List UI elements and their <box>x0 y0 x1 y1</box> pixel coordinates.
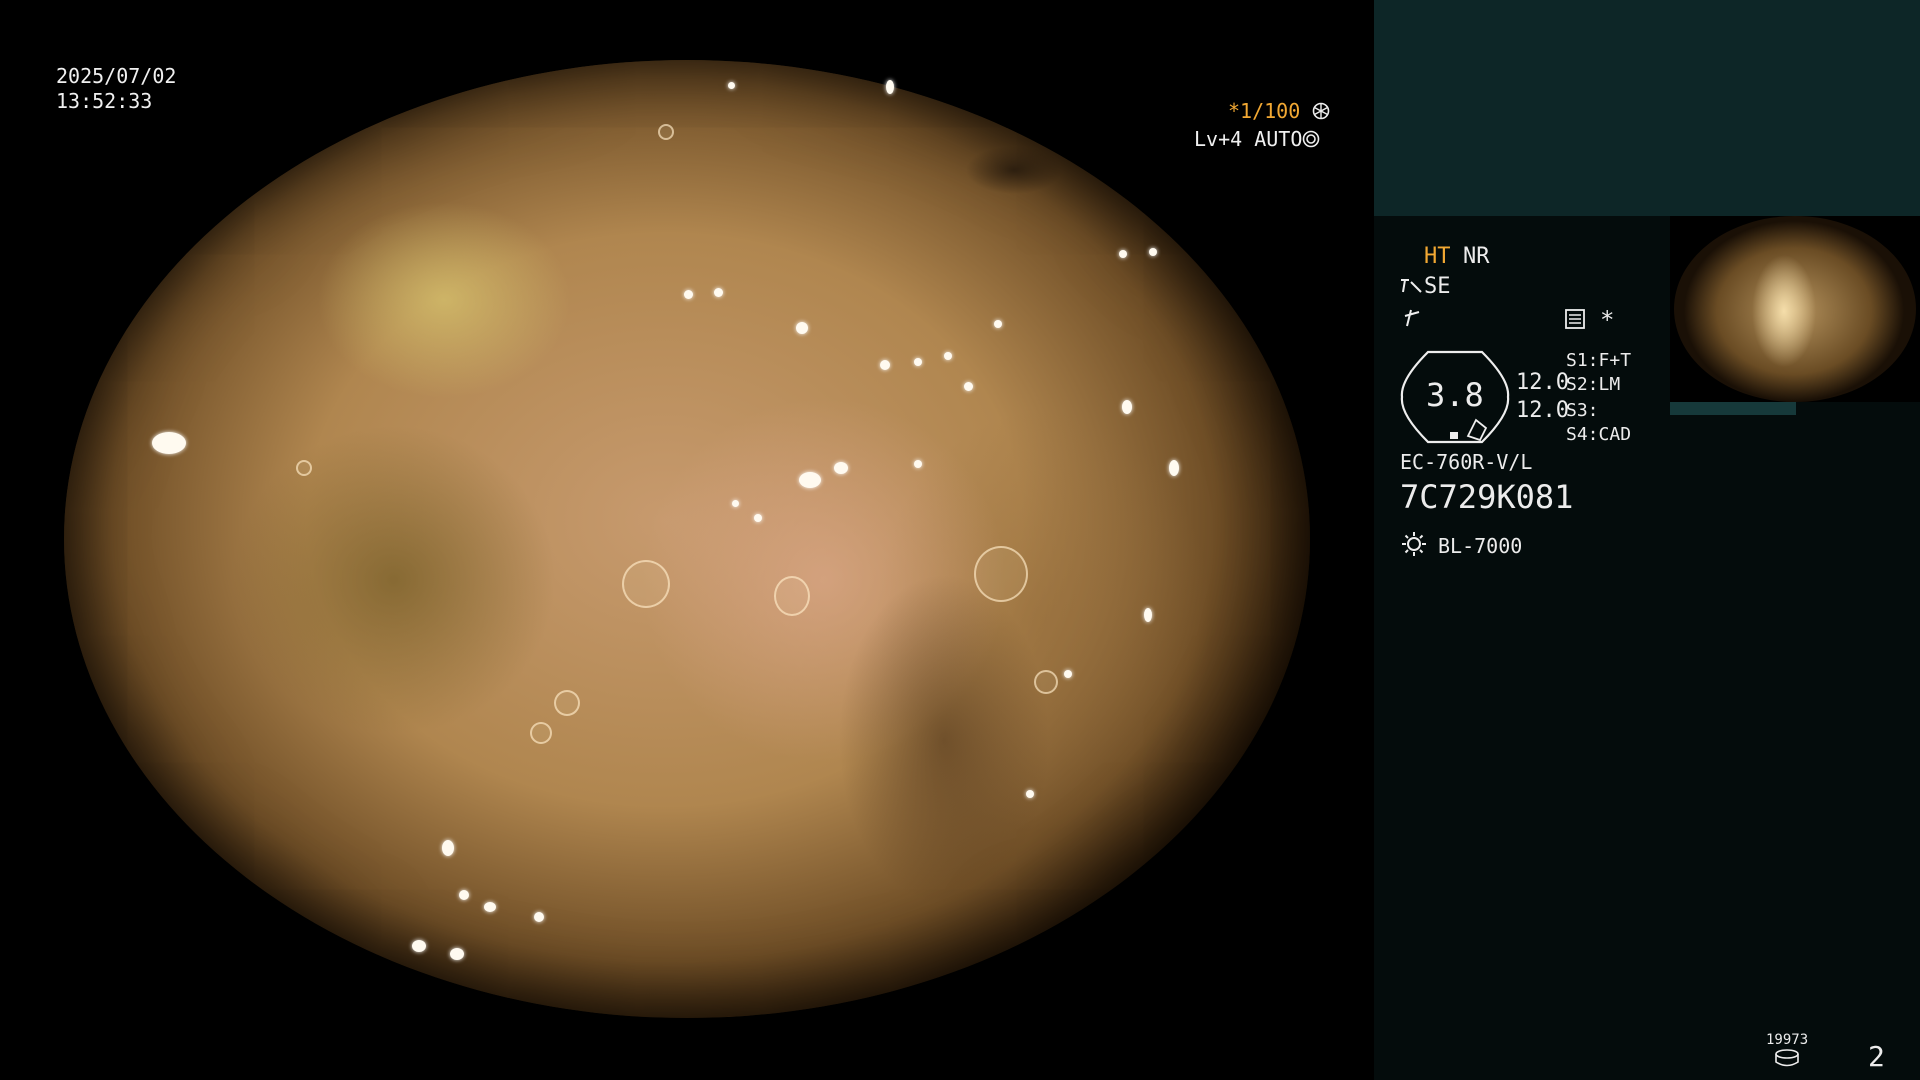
panel-header-area <box>1374 0 1920 216</box>
endoscope-view-area: 2025/07/02 13:52:33 *1/100 Lv+4 AUTO <box>0 0 1372 1080</box>
zoom-indicator: 3.8 <box>1398 350 1512 444</box>
flash-icon <box>1401 306 1423 334</box>
time-readout: 13:52:33 <box>56 89 153 113</box>
switch-s3: S3: <box>1566 400 1599 421</box>
exposure-readout: Lv+4 AUTO <box>1194 127 1320 152</box>
page-number: 2 <box>1868 1040 1885 1073</box>
asterisk-indicator: * <box>1600 306 1615 334</box>
ht-mode-label: HT <box>1424 244 1451 269</box>
thumbnail-image[interactable] <box>1670 216 1920 402</box>
exposure-mode: AUTO <box>1254 127 1303 151</box>
nr-mode-label: NR <box>1463 244 1490 269</box>
storage-icon <box>1774 1048 1800 1073</box>
shutter-icon <box>1312 99 1330 123</box>
value-2: 12.0 <box>1516 398 1569 423</box>
date-readout: 2025/07/02 <box>56 64 177 88</box>
shutter-readout: *1/100 <box>1228 99 1330 124</box>
thumbnail-endoscopic-view <box>1674 216 1916 402</box>
endoscopic-image <box>64 60 1310 1018</box>
light-source-model: BL-7000 <box>1438 534 1523 558</box>
thumbnail-bar <box>1670 402 1796 415</box>
image-count: 19973 <box>1766 1032 1809 1048</box>
brightness-level: Lv+4 <box>1194 127 1243 151</box>
shutter-speed: 1/100 <box>1240 99 1301 123</box>
scope-serial: 7C729K081 <box>1400 478 1574 516</box>
exposure-icon <box>1302 127 1320 151</box>
switch-s2: S2:LM <box>1566 374 1621 395</box>
light-source-icon <box>1400 530 1428 564</box>
switch-s1: S1:F+T <box>1566 350 1632 371</box>
switch-s4: S4:CAD <box>1566 424 1632 445</box>
zoom-value: 3.8 <box>1426 376 1484 414</box>
shutter-asterisk: * <box>1228 99 1241 123</box>
settings-list-icon <box>1564 308 1586 336</box>
se-mode-label: SE <box>1424 274 1451 299</box>
structure-enhance-icon <box>1399 276 1423 302</box>
scope-model: EC-760R-V/L <box>1400 450 1533 474</box>
value-1: 12.0 <box>1516 370 1569 395</box>
